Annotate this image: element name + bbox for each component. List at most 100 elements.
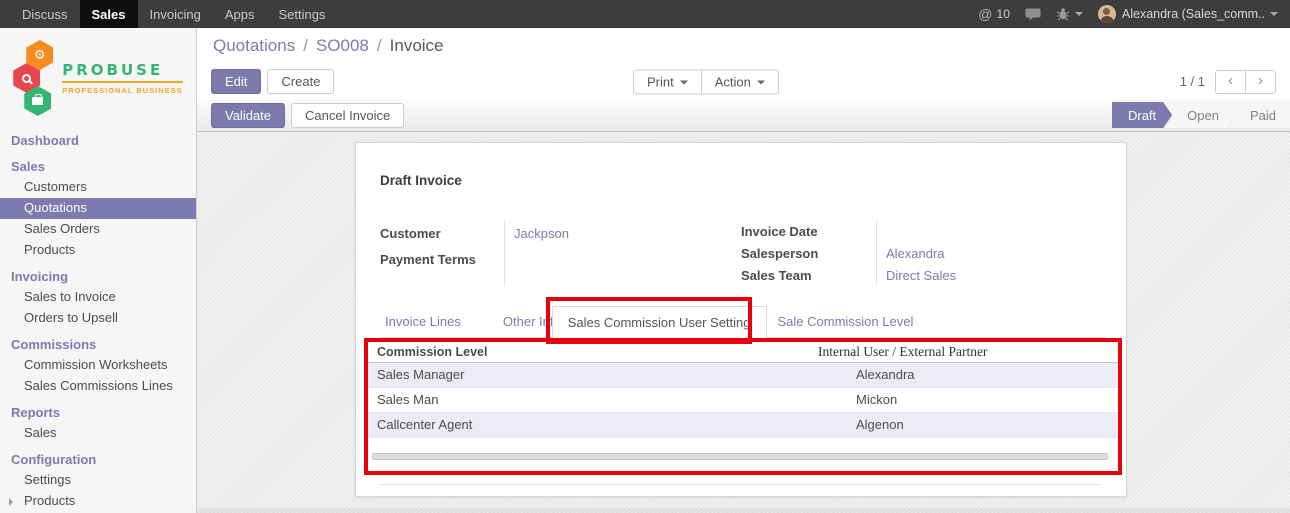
status-steps: Draft Open Paid	[1112, 102, 1290, 128]
caret-down-icon	[1075, 12, 1083, 16]
sidebar-item-customers[interactable]: Customers	[0, 177, 196, 198]
caret-down-icon	[680, 80, 688, 84]
pager-counter: 1 / 1	[1180, 74, 1205, 89]
cancel-invoice-button[interactable]: Cancel Invoice	[291, 103, 404, 128]
systray: @ 10 Alexandra (Sales_comm..	[978, 0, 1290, 28]
status-step-open[interactable]: Open	[1165, 102, 1235, 128]
sidebar-item-config-products[interactable]: Products	[0, 491, 196, 512]
sidebar-item-sales-commissions-lines[interactable]: Sales Commissions Lines	[0, 376, 196, 397]
tab-sales-commission-user-setting[interactable]: Sales Commission User Setting	[552, 306, 767, 338]
breadcrumb-current: Invoice	[390, 36, 444, 56]
sidebar: ⚙ PROBUSE PROFESSIONAL BUSINESS Dashboar…	[0, 28, 197, 513]
user-cell: Alexandra	[856, 363, 915, 387]
print-button[interactable]: Print	[633, 69, 702, 94]
debug-menu-button[interactable]	[1056, 7, 1083, 21]
column-header-commission-level[interactable]: Commission Level	[368, 345, 487, 359]
table-row[interactable]: Callcenter Agent Algenon	[368, 413, 1118, 438]
company-logo: ⚙ PROBUSE PROFESSIONAL BUSINESS	[0, 28, 196, 124]
column-header-internal-user[interactable]: Internal User / External Partner	[818, 342, 987, 362]
salesperson-label: Salesperson	[741, 246, 818, 261]
tab-sale-commission-level[interactable]: Sale Commission Level	[763, 306, 929, 337]
sidebar-item-settings[interactable]: Settings	[0, 470, 196, 491]
action-button[interactable]: Action	[701, 69, 779, 94]
sidebar-section-dashboard[interactable]: Dashboard	[0, 130, 196, 151]
salesperson-value[interactable]: Alexandra	[886, 246, 945, 261]
table-bottom-border	[380, 484, 1102, 485]
commission-level-cell: Sales Manager	[368, 367, 464, 382]
at-icon: @	[978, 6, 992, 22]
print-label: Print	[647, 74, 674, 89]
status-step-draft[interactable]: Draft	[1112, 102, 1172, 128]
sidebar-section-commissions[interactable]: Commissions	[0, 334, 196, 355]
caret-down-icon	[757, 80, 765, 84]
chat-bubble-icon	[1025, 8, 1041, 21]
notebook-tabs: Invoice Lines Other Info Sales Commissio…	[380, 306, 1104, 338]
sidebar-item-quotations[interactable]: Quotations	[0, 198, 196, 219]
sidebar-item-orders-to-upsell[interactable]: Orders to Upsell	[0, 308, 196, 329]
create-button[interactable]: Create	[267, 69, 334, 94]
pager: 1 / 1 ‹ ›	[1180, 70, 1276, 94]
message-count: 10	[997, 7, 1010, 21]
chat-button[interactable]	[1025, 8, 1041, 21]
logo-hexagons: ⚙	[13, 40, 55, 116]
chevron-right-icon	[9, 498, 13, 506]
breadcrumb-so008[interactable]: SO008	[316, 36, 369, 56]
content-area: Draft Invoice Customer Payment Terms Jac…	[197, 132, 1290, 513]
invoice-fields: Customer Payment Terms Jackpson Invoice …	[380, 220, 1102, 286]
commission-level-cell: Sales Man	[368, 392, 438, 407]
sidebar-section-invoicing[interactable]: Invoicing	[0, 266, 196, 287]
statusbar: Validate Cancel Invoice Draft Open Paid	[197, 99, 1290, 132]
commission-table-header: Commission Level Internal User / Externa…	[368, 342, 1118, 363]
pager-previous-button[interactable]: ‹	[1215, 70, 1246, 94]
invoice-state-title: Draft Invoice	[380, 173, 1102, 188]
invoice-date-label: Invoice Date	[741, 224, 818, 239]
customer-label: Customer	[380, 226, 441, 241]
commission-level-cell: Callcenter Agent	[368, 417, 472, 432]
validate-button[interactable]: Validate	[211, 103, 285, 128]
status-step-paid[interactable]: Paid	[1228, 102, 1290, 128]
nav-item-invoicing[interactable]: Invoicing	[138, 0, 213, 28]
sidebar-item-label: Products	[24, 493, 75, 508]
breadcrumb-quotations[interactable]: Quotations	[213, 36, 295, 56]
sales-team-label: Sales Team	[741, 268, 812, 283]
edit-button[interactable]: Edit	[211, 69, 261, 94]
commission-table: Commission Level Internal User / Externa…	[368, 342, 1118, 460]
user-avatar	[1098, 5, 1116, 23]
nav-item-settings[interactable]: Settings	[266, 0, 337, 28]
breadcrumb: Quotations / SO008 / Invoice	[197, 28, 1290, 64]
sidebar-menu: Dashboard Sales Customers Quotations Sal…	[0, 124, 196, 513]
nav-item-sales[interactable]: Sales	[80, 0, 138, 28]
user-cell: Mickon	[856, 388, 897, 412]
sidebar-section-sales[interactable]: Sales	[0, 156, 196, 177]
sidebar-item-products[interactable]: Products	[0, 240, 196, 261]
nav-item-discuss[interactable]: Discuss	[10, 0, 80, 28]
brand-tagline: PROFESSIONAL BUSINESS	[62, 86, 182, 95]
messages-counter[interactable]: @ 10	[978, 6, 1010, 22]
table-row[interactable]: Sales Manager Alexandra	[368, 363, 1118, 388]
horizontal-scrollbar[interactable]	[372, 453, 1108, 460]
sidebar-item-commission-worksheets[interactable]: Commission Worksheets	[0, 355, 196, 376]
top-navbar: Discuss Sales Invoicing Apps Settings @ …	[0, 0, 1290, 28]
table-row[interactable]: Sales Man Mickon	[368, 388, 1118, 413]
action-button-group: Print Action	[633, 69, 779, 94]
pager-next-button[interactable]: ›	[1245, 70, 1276, 94]
breadcrumb-separator: /	[303, 36, 308, 56]
sidebar-section-reports[interactable]: Reports	[0, 402, 196, 423]
tab-invoice-lines[interactable]: Invoice Lines	[370, 306, 476, 337]
sidebar-item-sales-report[interactable]: Sales	[0, 423, 196, 444]
top-nav-menu: Discuss Sales Invoicing Apps Settings	[0, 0, 337, 28]
action-label: Action	[715, 74, 751, 89]
sidebar-section-configuration[interactable]: Configuration	[0, 449, 196, 470]
main-panel: Quotations / SO008 / Invoice Edit Create…	[197, 28, 1290, 513]
user-name: Alexandra (Sales_comm..	[1122, 7, 1265, 21]
user-menu[interactable]: Alexandra (Sales_comm..	[1098, 5, 1278, 23]
brand-name: PROBUSE	[62, 61, 182, 83]
sidebar-item-sales-to-invoice[interactable]: Sales to Invoice	[0, 287, 196, 308]
customer-value[interactable]: Jackpson	[514, 226, 569, 241]
sales-team-value[interactable]: Direct Sales	[886, 268, 956, 283]
nav-item-apps[interactable]: Apps	[213, 0, 267, 28]
bug-icon	[1056, 7, 1070, 21]
caret-down-icon	[1270, 12, 1278, 16]
user-cell: Algenon	[856, 413, 904, 437]
sidebar-item-sales-orders[interactable]: Sales Orders	[0, 219, 196, 240]
